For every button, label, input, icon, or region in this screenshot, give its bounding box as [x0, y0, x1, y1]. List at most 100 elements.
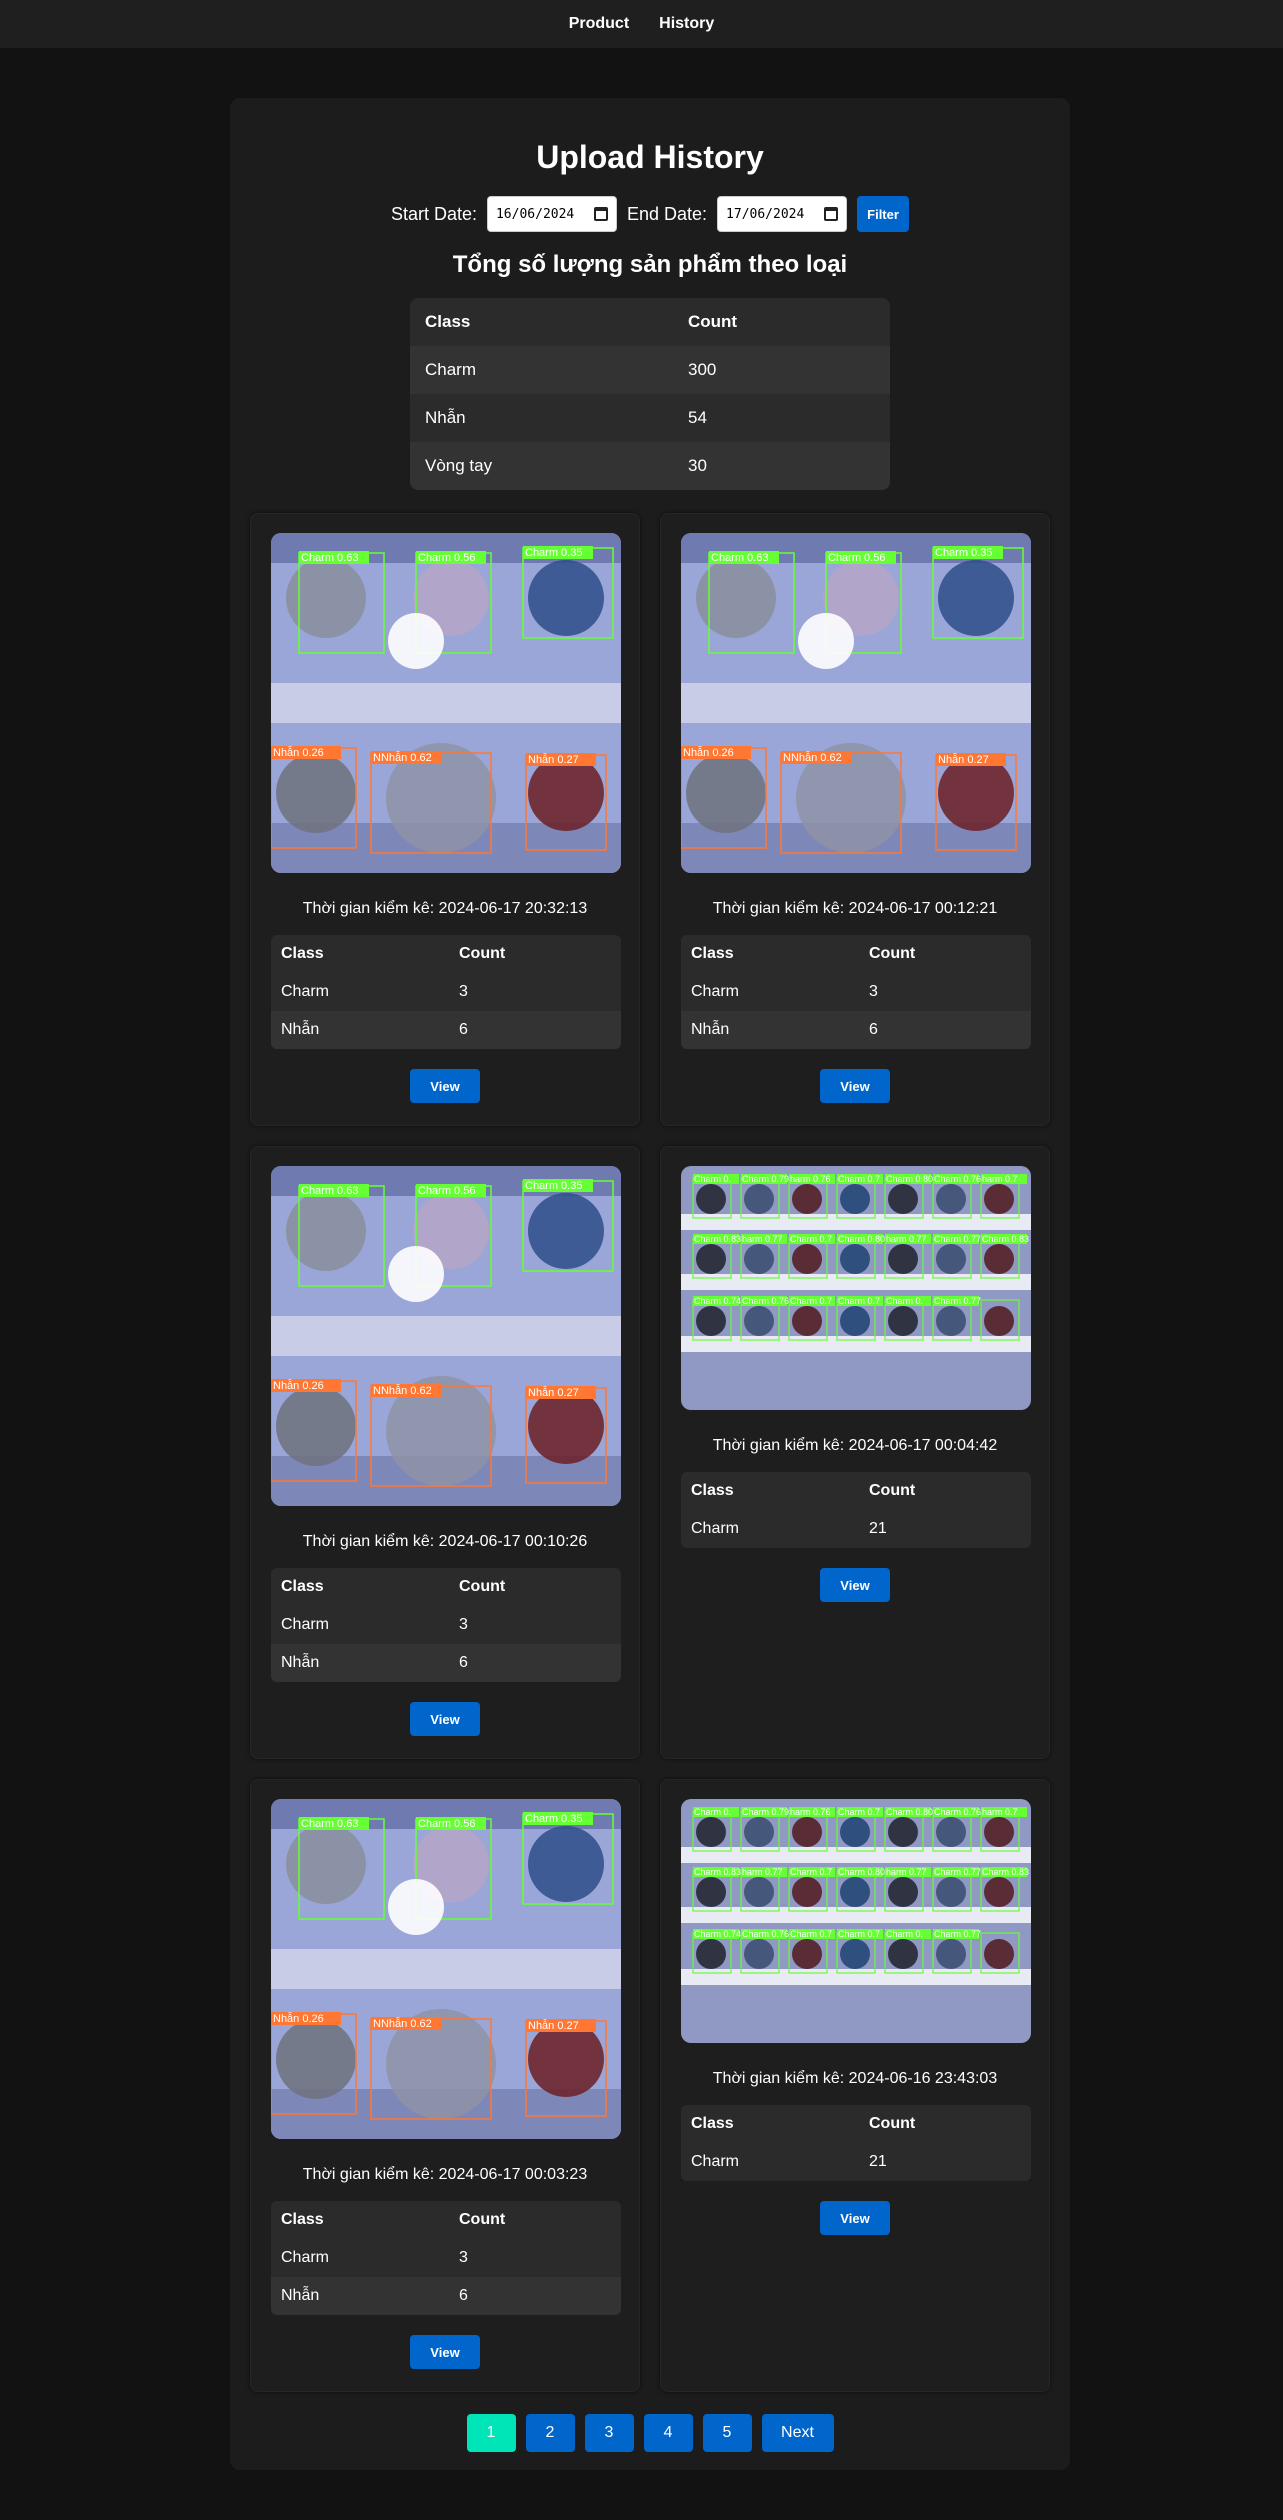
light-glare — [388, 1246, 444, 1302]
detection-image: Charm 0. Charm 0.79 harm 0.76 Charm 0.7 Char… — [681, 1166, 1031, 1410]
detection-label: Charm 0.74 — [694, 1296, 741, 1306]
inspection-time: Thời gian kiểm kê: 2024-06-16 23:43:03 — [712, 2070, 998, 2087]
history-card: Charm 0.63 Charm 0.56 Charm 0.35 Nhẫn 0.26 N… — [250, 1779, 640, 2392]
table-row: Charm 21 — [681, 1510, 1031, 1548]
display-shelf — [681, 1969, 1031, 1985]
history-card: Charm 0.63 Charm 0.56 Charm 0.35 Nhẫn 0.26 N… — [250, 1146, 640, 1759]
view-button[interactable]: View — [820, 2201, 890, 2235]
detection-label: Charm 0. — [886, 1296, 923, 1306]
charm-item — [984, 1817, 1014, 1847]
charm-item — [696, 1184, 726, 1214]
detection-label: Charm 0.74 — [694, 1929, 741, 1939]
filter-button[interactable]: Filter — [857, 196, 910, 232]
view-button[interactable]: View — [410, 1702, 480, 1736]
detection-label: Charm 0.35 — [525, 547, 582, 559]
detection-image: Charm 0.63 Charm 0.56 Charm 0.35 Nhẫn 0.26 N… — [681, 533, 1031, 873]
display-shelf — [681, 1214, 1031, 1230]
class-cell: Charm — [271, 2239, 449, 2277]
detection-label: harm 0.7 — [982, 1807, 1018, 1817]
calendar-icon[interactable] — [824, 207, 839, 221]
column-header-count: Count — [673, 298, 890, 346]
table-header-row: Class Count — [271, 2201, 621, 2239]
charm-item — [936, 1817, 966, 1847]
page-5-button[interactable]: 5 — [702, 2414, 752, 2452]
history-card: Charm 0. Charm 0.79 harm 0.76 Charm 0.7 Char… — [660, 1779, 1050, 2392]
column-header-class: Class — [410, 298, 673, 346]
detection-label: Charm 0.77 — [934, 1867, 981, 1877]
inspection-time: Thời gian kiểm kê: 2024-06-17 20:32:13 — [302, 900, 588, 917]
count-table: Class Count Charm 3 Nhẫn 6 — [271, 2201, 621, 2315]
detection-label: harm 0.77 — [886, 1867, 927, 1877]
detection-label: Charm 0.35 — [935, 547, 992, 559]
view-button[interactable]: View — [410, 1069, 480, 1103]
class-cell: Nhẫn — [271, 1011, 449, 1049]
view-button[interactable]: View — [410, 2335, 480, 2369]
charm-item — [744, 1184, 774, 1214]
detection-image: Charm 0.63 Charm 0.56 Charm 0.35 Nhẫn 0.26 N… — [271, 533, 621, 873]
inspection-time: Thời gian kiểm kê: 2024-06-17 00:10:26 — [302, 1533, 588, 1550]
page-2-button[interactable]: 2 — [525, 2414, 575, 2452]
detection-image: Charm 0.63 Charm 0.56 Charm 0.35 Nhẫn 0.26 N… — [271, 1799, 621, 2139]
page-4-button[interactable]: 4 — [643, 2414, 693, 2452]
history-card: Charm 0.63 Charm 0.56 Charm 0.35 Nhẫn 0.26 N… — [250, 513, 640, 1126]
display-shelf — [681, 1274, 1031, 1290]
page-1-button[interactable]: 1 — [466, 2414, 516, 2452]
detection-label: Nhẫn 0.26 — [273, 2012, 324, 2025]
column-header-count: Count — [449, 2201, 621, 2239]
next-page-button[interactable]: Next — [761, 2414, 834, 2452]
detection-label: Charm 0.63 — [301, 1185, 358, 1197]
count-table: Class Count Charm 3 Nhẫn 6 — [681, 935, 1031, 1049]
charm-item — [936, 1877, 966, 1907]
detection-label: Charm 0.7 — [838, 1929, 880, 1939]
calendar-icon[interactable] — [593, 207, 608, 221]
detection-label: harm 0.77 — [742, 1234, 783, 1244]
jewelry-item — [528, 2021, 604, 2097]
detection-label: Charm 0.80 — [838, 1234, 885, 1244]
summary-table: Class Count Charm 300 Nhẫn 54 Vòng tay 3… — [410, 298, 890, 490]
detection-label: Nhẫn 0.27 — [938, 753, 989, 766]
detection-label: Charm 0.83 — [982, 1867, 1029, 1877]
charm-item — [888, 1184, 918, 1214]
charm-item — [792, 1817, 822, 1847]
image-strip — [681, 683, 1031, 723]
charm-item — [696, 1817, 726, 1847]
column-header-class: Class — [271, 935, 449, 973]
charm-item — [696, 1877, 726, 1907]
table-row: Charm 300 — [410, 346, 890, 394]
table-row: Nhẫn 6 — [271, 1644, 621, 1682]
charm-item — [840, 1877, 870, 1907]
detection-label: NNhẫn 0.62 — [373, 1384, 432, 1397]
table-header-row: Class Count — [681, 935, 1031, 973]
start-date-input[interactable]: 16/06/2024 — [486, 196, 617, 232]
detection-label: Charm 0.63 — [301, 1818, 358, 1830]
history-grid: Charm 0.63 Charm 0.56 Charm 0.35 Nhẫn 0.26 N… — [250, 513, 1050, 2392]
nav-product-link[interactable]: Product — [569, 15, 629, 33]
table-row: Nhẫn 6 — [271, 2277, 621, 2315]
count-cell: 21 — [859, 2143, 1031, 2181]
inspection-time: Thời gian kiểm kê: 2024-06-17 00:04:42 — [712, 1437, 998, 1454]
end-date-value: 17/06/2024 — [726, 206, 805, 222]
detection-label: Nhẫn 0.26 — [683, 746, 734, 759]
jewelry-item — [286, 1824, 366, 1904]
end-date-input[interactable]: 17/06/2024 — [717, 196, 848, 232]
nav-history-link[interactable]: History — [659, 15, 714, 33]
class-cell: Charm — [271, 1606, 449, 1644]
detection-label: Nhẫn 0.27 — [528, 1386, 579, 1399]
charm-item — [984, 1184, 1014, 1214]
jewelry-item — [276, 753, 356, 833]
column-header-count: Count — [859, 2105, 1031, 2143]
jewelry-item — [696, 558, 776, 638]
history-card: Charm 0.63 Charm 0.56 Charm 0.35 Nhẫn 0.26 N… — [660, 513, 1050, 1126]
count-cell: 300 — [673, 346, 890, 394]
jewelry-item — [528, 1388, 604, 1464]
table-header-row: Class Count — [681, 1472, 1031, 1510]
result-image: Charm 0.63 Charm 0.56 Charm 0.35 Nhẫn 0.26 N… — [271, 1799, 621, 2139]
view-button[interactable]: View — [820, 1069, 890, 1103]
detection-label: Charm 0.77 — [934, 1234, 981, 1244]
charm-item — [744, 1244, 774, 1274]
page-title: Upload History — [536, 139, 764, 175]
light-glare — [388, 1879, 444, 1935]
page-3-button[interactable]: 3 — [584, 2414, 634, 2452]
view-button[interactable]: View — [820, 1568, 890, 1602]
result-image: Charm 0.63 Charm 0.56 Charm 0.35 Nhẫn 0.26 N… — [271, 533, 621, 873]
